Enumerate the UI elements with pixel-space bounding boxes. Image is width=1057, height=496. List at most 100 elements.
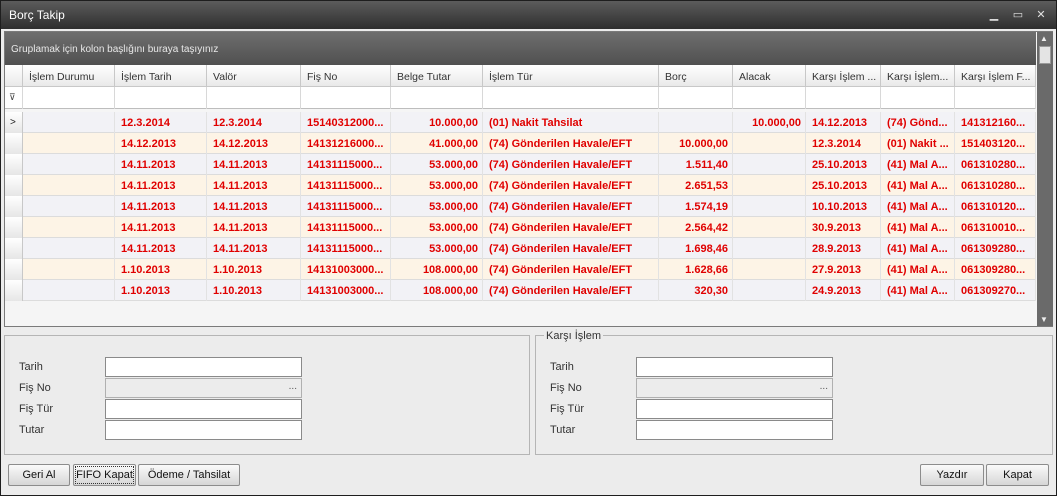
table-row[interactable]: 14.11.2013 14.11.2013 14131115000... 53.000… bbox=[5, 175, 1036, 196]
cell-islem-tur[interactable]: (74) Gönderilen Havale/EFT bbox=[483, 259, 659, 280]
column-header-belge-tutar[interactable]: Belge Tutar bbox=[391, 65, 483, 87]
cell-karsi-islem-fis[interactable]: 061310010... bbox=[955, 217, 1036, 238]
cell-alacak[interactable]: 10.000,00 bbox=[733, 112, 806, 133]
cell-islem-tur[interactable]: (01) Nakit Tahsilat bbox=[483, 112, 659, 133]
cell-borc[interactable]: 2.651,53 bbox=[659, 175, 733, 196]
filter-cell-fis-no[interactable] bbox=[301, 87, 391, 109]
cell-karsi-islem-fis[interactable]: 061310280... bbox=[955, 175, 1036, 196]
debt-grid[interactable]: Gruplamak için kolon başlığını buraya ta… bbox=[4, 31, 1053, 327]
column-header-karsi-islem-tur[interactable]: Karşı İşlem... bbox=[881, 65, 955, 87]
cell-islem-tur[interactable]: (74) Gönderilen Havale/EFT bbox=[483, 238, 659, 259]
cell-alacak[interactable] bbox=[733, 133, 806, 154]
row-indicator[interactable] bbox=[5, 154, 23, 175]
table-row[interactable]: 14.11.2013 14.11.2013 14131115000... 53.000… bbox=[5, 196, 1036, 217]
cell-karsi-islem-fis[interactable]: 061309280... bbox=[955, 238, 1036, 259]
cell-belge-tutar[interactable]: 53.000,00 bbox=[391, 238, 483, 259]
cell-valor[interactable]: 14.11.2013 bbox=[207, 238, 301, 259]
cell-fis-no[interactable]: 15140312000... bbox=[301, 112, 391, 133]
cell-fis-no[interactable]: 14131003000... bbox=[301, 259, 391, 280]
cell-karsi-islem-tur[interactable]: (41) Mal A... bbox=[881, 238, 955, 259]
table-row[interactable]: 1.10.2013 1.10.2013 14131003000... 108.000,… bbox=[5, 280, 1036, 301]
cell-karsi-islem-tarih[interactable]: 27.9.2013 bbox=[806, 259, 881, 280]
row-indicator[interactable] bbox=[5, 133, 23, 154]
geri-al-button[interactable]: Geri Al bbox=[8, 464, 70, 486]
column-header-islem-tarih[interactable]: İşlem Tarih bbox=[115, 65, 207, 87]
filter-cell-islem-durumu[interactable] bbox=[23, 87, 115, 109]
row-indicator[interactable] bbox=[5, 217, 23, 238]
cell-karsi-islem-fis[interactable]: 061309270... bbox=[955, 280, 1036, 301]
row-indicator[interactable] bbox=[5, 259, 23, 280]
cell-islem-durumu[interactable] bbox=[23, 238, 115, 259]
cell-karsi-islem-fis[interactable]: 061310120... bbox=[955, 196, 1036, 217]
close-icon[interactable]: ✕ bbox=[1032, 7, 1050, 23]
table-row[interactable]: 14.12.2013 14.12.2013 14131216000... 41.000… bbox=[5, 133, 1036, 154]
scroll-up-icon[interactable]: ▲ bbox=[1040, 34, 1048, 43]
filter-icon[interactable]: ⊽ bbox=[9, 92, 16, 103]
filter-cell-valor[interactable] bbox=[207, 87, 301, 109]
row-indicator[interactable]: > bbox=[5, 112, 23, 133]
cell-valor[interactable]: 14.11.2013 bbox=[207, 196, 301, 217]
column-header-karsi-islem-tarih[interactable]: Karşı İşlem ... bbox=[806, 65, 881, 87]
filter-cell-karsi-islem-tur[interactable] bbox=[881, 87, 955, 109]
column-header-borc[interactable]: Borç bbox=[659, 65, 733, 87]
cell-fis-no[interactable]: 14131115000... bbox=[301, 196, 391, 217]
cell-alacak[interactable] bbox=[733, 238, 806, 259]
cell-valor[interactable]: 1.10.2013 bbox=[207, 280, 301, 301]
cell-belge-tutar[interactable]: 53.000,00 bbox=[391, 196, 483, 217]
cell-fis-no[interactable]: 14131115000... bbox=[301, 238, 391, 259]
cell-fis-no[interactable]: 14131115000... bbox=[301, 154, 391, 175]
scroll-thumb[interactable] bbox=[1039, 46, 1051, 64]
group-by-panel[interactable]: Gruplamak için kolon başlığını buraya ta… bbox=[5, 32, 1036, 65]
cell-fis-no[interactable]: 14131003000... bbox=[301, 280, 391, 301]
cell-valor[interactable]: 14.11.2013 bbox=[207, 175, 301, 196]
browse-ellipsis-icon[interactable]: ... bbox=[289, 381, 297, 392]
cell-fis-no[interactable]: 14131115000... bbox=[301, 217, 391, 238]
cell-islem-tarih[interactable]: 1.10.2013 bbox=[115, 259, 207, 280]
cell-islem-tarih[interactable]: 14.11.2013 bbox=[115, 217, 207, 238]
cell-alacak[interactable] bbox=[733, 259, 806, 280]
row-indicator[interactable] bbox=[5, 175, 23, 196]
fis-no-field[interactable]: ... bbox=[105, 378, 302, 398]
fis-tur-field[interactable] bbox=[105, 399, 302, 419]
cell-islem-durumu[interactable] bbox=[23, 154, 115, 175]
cell-valor[interactable]: 1.10.2013 bbox=[207, 259, 301, 280]
row-indicator[interactable] bbox=[5, 238, 23, 259]
karsi-fis-tur-field[interactable] bbox=[636, 399, 833, 419]
cell-karsi-islem-tur[interactable]: (41) Mal A... bbox=[881, 259, 955, 280]
cell-karsi-islem-tarih[interactable]: 30.9.2013 bbox=[806, 217, 881, 238]
column-header-valor[interactable]: Valör bbox=[207, 65, 301, 87]
title-bar[interactable]: Borç Takip ▁ ▭ ✕ bbox=[1, 1, 1056, 29]
yazdir-button[interactable]: Yazdır bbox=[920, 464, 984, 486]
cell-islem-tarih[interactable]: 14.11.2013 bbox=[115, 238, 207, 259]
cell-islem-tarih[interactable]: 14.11.2013 bbox=[115, 154, 207, 175]
cell-islem-durumu[interactable] bbox=[23, 196, 115, 217]
karsi-browse-ellipsis-icon[interactable]: ... bbox=[820, 381, 828, 392]
cell-islem-tarih[interactable]: 14.11.2013 bbox=[115, 175, 207, 196]
cell-islem-tarih[interactable]: 14.11.2013 bbox=[115, 196, 207, 217]
cell-belge-tutar[interactable]: 53.000,00 bbox=[391, 154, 483, 175]
cell-alacak[interactable] bbox=[733, 280, 806, 301]
filter-cell-islem-tarih[interactable] bbox=[115, 87, 207, 109]
cell-karsi-islem-tur[interactable]: (41) Mal A... bbox=[881, 280, 955, 301]
cell-karsi-islem-tur[interactable]: (41) Mal A... bbox=[881, 154, 955, 175]
cell-belge-tutar[interactable]: 41.000,00 bbox=[391, 133, 483, 154]
filter-cell-alacak[interactable] bbox=[733, 87, 806, 109]
cell-belge-tutar[interactable]: 108.000,00 bbox=[391, 259, 483, 280]
cell-alacak[interactable] bbox=[733, 154, 806, 175]
cell-belge-tutar[interactable]: 53.000,00 bbox=[391, 175, 483, 196]
odeme-tahsilat-button[interactable]: Ödeme / Tahsilat bbox=[138, 464, 240, 486]
cell-islem-durumu[interactable] bbox=[23, 133, 115, 154]
cell-borc[interactable]: 10.000,00 bbox=[659, 133, 733, 154]
filter-cell-karsi-islem-tarih[interactable] bbox=[806, 87, 881, 109]
cell-karsi-islem-tarih[interactable]: 10.10.2013 bbox=[806, 196, 881, 217]
cell-islem-tur[interactable]: (74) Gönderilen Havale/EFT bbox=[483, 196, 659, 217]
filter-cell-borc[interactable] bbox=[659, 87, 733, 109]
cell-alacak[interactable] bbox=[733, 217, 806, 238]
column-header-alacak[interactable]: Alacak bbox=[733, 65, 806, 87]
tarih-field[interactable] bbox=[105, 357, 302, 377]
cell-islem-tarih[interactable]: 14.12.2013 bbox=[115, 133, 207, 154]
row-indicator[interactable] bbox=[5, 196, 23, 217]
cell-fis-no[interactable]: 14131216000... bbox=[301, 133, 391, 154]
cell-karsi-islem-fis[interactable]: 141312160... bbox=[955, 112, 1036, 133]
cell-valor[interactable]: 12.3.2014 bbox=[207, 112, 301, 133]
